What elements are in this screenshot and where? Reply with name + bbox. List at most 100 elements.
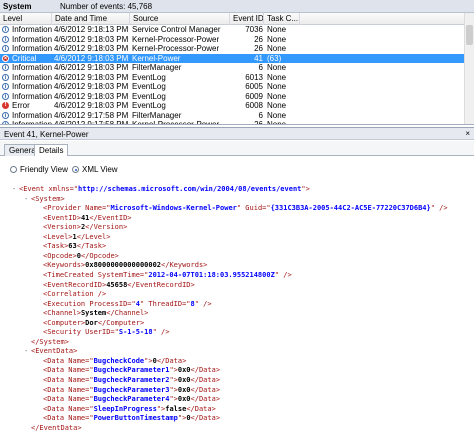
cell-event-id: 26 xyxy=(254,34,263,44)
xml-tag: "> xyxy=(169,385,178,394)
xml-line: <Data Name="PowerButtonTimestamp">0</Dat… xyxy=(36,413,220,423)
cell-source: FilterManager xyxy=(132,110,182,120)
xml-tag: </Data> xyxy=(190,385,221,394)
xml-line: - <System> xyxy=(24,194,65,204)
event-list-scrollbar[interactable] xyxy=(464,13,474,124)
xml-value: 0x8000000000000002 xyxy=(85,261,162,270)
xml-tag: <Keywords> xyxy=(43,261,86,270)
radio-off-icon xyxy=(10,166,17,173)
cell-event-id: 6009 xyxy=(245,91,263,101)
cell-level: Information xyxy=(12,120,52,125)
xml-value: 45658 xyxy=(106,280,128,289)
xml-line: <Task>63</Task> xyxy=(36,241,106,251)
xml-tag: <Correlation /> xyxy=(43,290,107,299)
friendly-view-label: Friendly View xyxy=(20,165,68,174)
event-list[interactable]: Level Date and Time Source Event ID Task… xyxy=(0,13,474,125)
xml-tag: </Task> xyxy=(76,242,107,251)
xml-tag: " /> xyxy=(274,270,292,279)
xml-value: System xyxy=(80,309,107,318)
xml-tag: <Version> xyxy=(43,223,81,232)
xml-line: - <EventData> xyxy=(24,346,77,356)
event-row[interactable]: i Information 4/6/2012 9:18:03 PM EventLog 6… xyxy=(0,82,474,92)
close-icon[interactable]: × xyxy=(465,129,470,138)
collapse-toggle-icon[interactable]: - xyxy=(24,194,31,204)
xml-line: <Channel>System</Channel> xyxy=(36,308,148,318)
xml-tag: </System> xyxy=(31,337,69,346)
xml-tag: <EventRecordID> xyxy=(43,280,107,289)
xml-tag: <System> xyxy=(31,194,65,203)
xml-tag: </Keywords> xyxy=(161,261,208,270)
xml-tag: <TimeCreated SystemTime=" xyxy=(43,270,149,279)
xml-tag: <EventID> xyxy=(43,213,81,222)
event-row[interactable]: ! Error 4/6/2012 9:18:03 PM EventLog 6008 Non… xyxy=(0,101,474,111)
xml-value: http://schemas.microsoft.com/win/2004/08… xyxy=(78,185,302,193)
column-header-task[interactable]: Task C... xyxy=(264,13,300,25)
xml-value: 0x0 xyxy=(177,395,191,404)
scrollbar-thumb[interactable] xyxy=(466,25,473,45)
xml-tag: </Channel> xyxy=(106,309,149,318)
xml-tag: </Data> xyxy=(190,366,221,375)
xml-value: BugcheckParameter4 xyxy=(93,395,170,404)
xml-value: false xyxy=(165,404,187,413)
column-header-level[interactable]: Level xyxy=(0,13,52,25)
xml-line: <Execution ProcessID="4" ThreadID="8" /> xyxy=(36,299,212,309)
cell-source: EventLog xyxy=(132,101,166,110)
xml-tag: <Computer> xyxy=(43,318,86,327)
collapse-toggle-icon[interactable]: - xyxy=(24,346,31,356)
info-icon: i xyxy=(2,73,9,81)
cell-task: None xyxy=(267,91,287,101)
xml-line: <Data Name="BugcheckParameter2">0x0</Dat… xyxy=(36,375,220,385)
xml-tag: <Data Name=" xyxy=(43,385,94,394)
event-row[interactable]: × Critical 4/6/2012 9:18:03 PM Kernel-Power… xyxy=(0,53,474,63)
event-row[interactable]: i Information 4/6/2012 9:18:03 PM EventLog 6… xyxy=(0,92,474,102)
event-row[interactable]: i Information 4/6/2012 9:17:58 PM Kernel-Pr… xyxy=(0,120,474,125)
xml-value: PowerButtonTimestamp xyxy=(93,414,178,423)
cell-source: Kernel-Power xyxy=(132,53,181,63)
cell-level: Error xyxy=(12,101,30,110)
column-header-event-id[interactable]: Event ID xyxy=(230,13,264,25)
cell-date: 4/6/2012 9:18:03 PM xyxy=(54,82,129,91)
friendly-view-radio[interactable]: Friendly View xyxy=(10,165,68,175)
event-row[interactable]: i Information 4/6/2012 9:18:03 PM FilterMan… xyxy=(0,63,474,73)
xml-value: SleepInProgress xyxy=(93,404,157,413)
xml-tag: <Execution ProcessID=" xyxy=(43,299,136,308)
cell-event-id: 26 xyxy=(254,120,263,125)
event-row[interactable]: i Information 4/6/2012 9:17:58 PM FilterMan… xyxy=(0,111,474,121)
cell-source: EventLog xyxy=(132,72,166,82)
info-icon: i xyxy=(2,26,9,33)
cell-source: EventLog xyxy=(132,91,166,101)
info-icon: i xyxy=(2,35,9,43)
event-row[interactable]: i Information 4/6/2012 9:18:03 PM Kernel-Pr… xyxy=(0,44,474,54)
column-header-date[interactable]: Date and Time xyxy=(52,13,130,25)
xml-tag: </Data> xyxy=(190,376,221,384)
cell-date: 4/6/2012 9:18:03 PM xyxy=(54,63,129,72)
xml-tag: <Data Name=" xyxy=(43,376,94,384)
cell-date: 4/6/2012 9:18:03 PM xyxy=(54,44,129,53)
event-row[interactable]: i Information 4/6/2012 9:18:03 PM Kernel-Pr… xyxy=(0,35,474,45)
xml-tag: <Data Name=" xyxy=(43,404,94,413)
xml-line: <Version>2</Version> xyxy=(36,222,127,232)
xml-value: 2012-04-07T01:18:03.955214800Z xyxy=(148,270,275,279)
cell-date: 4/6/2012 9:17:58 PM xyxy=(54,120,129,125)
xml-tag: </Opcode> xyxy=(80,251,119,260)
column-header-source[interactable]: Source xyxy=(130,13,230,25)
xml-tag: " ThreadID=" xyxy=(139,299,191,308)
xml-line: <Opcode>0</Opcode> xyxy=(36,251,119,261)
xml-value: BugcheckParameter1 xyxy=(93,366,170,375)
event-row[interactable]: i Information 4/6/2012 9:18:13 PM Service C… xyxy=(0,25,474,35)
xml-tag: </EventID> xyxy=(89,213,132,222)
log-summary-bar: System Number of events: 45,768 xyxy=(0,0,474,13)
xml-line: </System> xyxy=(24,337,69,347)
xml-view-radio[interactable]: XML View xyxy=(72,165,118,175)
event-row[interactable]: i Information 4/6/2012 9:18:03 PM EventLog 6… xyxy=(0,73,474,83)
xml-line: <EventRecordID>45658</EventRecordID> xyxy=(36,280,195,290)
cell-event-id: 41 xyxy=(254,53,263,63)
cell-source: EventLog xyxy=(132,82,166,91)
collapse-toggle-icon[interactable]: - xyxy=(12,184,19,194)
cell-task: None xyxy=(267,25,287,34)
xml-value: {331C3B3A-2005-44C2-AC5E-77220C37D6B4} xyxy=(270,204,431,213)
cell-event-id: 26 xyxy=(254,44,263,53)
log-name: System xyxy=(3,2,32,11)
cell-date: 4/6/2012 9:18:03 PM xyxy=(54,53,129,63)
info-icon: i xyxy=(2,45,9,52)
